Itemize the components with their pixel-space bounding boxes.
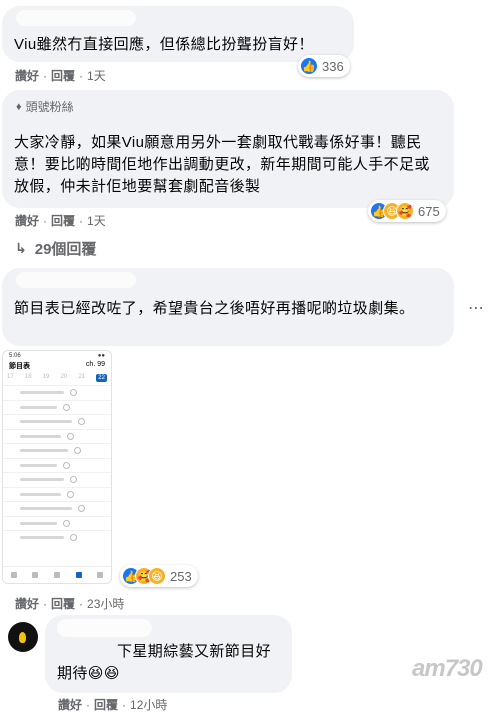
- diamond-icon: ♦: [16, 100, 22, 113]
- more-options-icon[interactable]: ⋯: [468, 298, 485, 318]
- comment-bubble: 節目表已經改咗了，希望貴台之後唔好再播呢啲垃圾劇集。: [2, 268, 454, 346]
- comment-bubble: ♦ 頭號粉絲 大家冷靜，如果Viu願意用另外一套劇取代戰毒係好事！聽民意！要比啲…: [2, 90, 454, 208]
- comment-time[interactable]: 1天: [87, 214, 106, 228]
- like-link[interactable]: 讚好: [58, 698, 82, 712]
- comment-actions: 讚好 · 回覆 · 23小時: [15, 597, 125, 611]
- reaction-summary[interactable]: 👍 🥰 😆 253: [120, 565, 198, 587]
- reply-text: 下星期綜藝又新節目好期待😆😆: [57, 643, 272, 682]
- reply-bubble: 下星期綜藝又新節目好期待😆😆: [45, 615, 292, 693]
- flame-icon: [19, 632, 26, 643]
- avatar[interactable]: [8, 622, 38, 652]
- reply-link[interactable]: 回覆: [94, 698, 118, 712]
- haha-icon: 😆: [148, 567, 166, 585]
- commenter-name-redacted: [16, 10, 136, 26]
- am730-watermark: am730: [412, 655, 483, 682]
- like-link[interactable]: 讚好: [15, 597, 39, 611]
- comment-time[interactable]: 12小時: [130, 698, 167, 712]
- comment-time[interactable]: 1天: [87, 69, 106, 83]
- commenter-name-redacted: [57, 619, 152, 637]
- comment-bubble: Viu雖然冇直接回應，但係總比扮聾扮盲好！: [2, 6, 354, 62]
- reply-actions: 讚好 · 回覆 · 12小時: [58, 698, 168, 712]
- attached-screenshot[interactable]: 5:06 ●● 節目表 ch. 99 17 18 19 20 21 22: [2, 350, 112, 584]
- comment-time[interactable]: 23小時: [87, 597, 124, 611]
- comment-text: 大家冷靜，如果Viu願意用另外一套劇取代戰毒係好事！聽民意！要比啲時間佢地作出調…: [14, 134, 430, 195]
- date-strip: 17 18 19 20 21 22: [7, 374, 107, 382]
- like-link[interactable]: 讚好: [15, 214, 39, 228]
- reaction-summary[interactable]: 👍 336: [298, 55, 350, 77]
- reply-link[interactable]: 回覆: [51, 214, 75, 228]
- commenter-name-redacted: [16, 272, 136, 288]
- reply-link[interactable]: 回覆: [51, 597, 75, 611]
- app-tab-bar: [3, 566, 111, 583]
- comment-actions: 讚好 · 回覆 · 1天: [15, 69, 106, 83]
- reaction-count: 675: [418, 203, 440, 219]
- reaction-count: 253: [170, 568, 192, 584]
- like-icon: 👍: [300, 57, 318, 75]
- schedule-list: [3, 385, 111, 545]
- reaction-summary[interactable]: 👍 😆 🥰 675: [368, 200, 446, 222]
- top-fan-badge: ♦ 頭號粉絲: [16, 100, 74, 114]
- reaction-count: 336: [322, 58, 344, 74]
- comment-text: Viu雖然冇直接回應，但係總比扮聾扮盲好！: [14, 36, 314, 53]
- reply-link[interactable]: 回覆: [51, 69, 75, 83]
- like-link[interactable]: 讚好: [15, 69, 39, 83]
- comment-text: 節目表已經改咗了，希望貴台之後唔好再播呢啲垃圾劇集。: [14, 300, 415, 317]
- care-icon: 🥰: [396, 202, 414, 220]
- comment-actions: 讚好 · 回覆 · 1天: [15, 214, 106, 228]
- view-replies-link[interactable]: ↳ 29個回覆: [15, 238, 96, 259]
- reply-arrow-icon: ↳: [15, 240, 27, 256]
